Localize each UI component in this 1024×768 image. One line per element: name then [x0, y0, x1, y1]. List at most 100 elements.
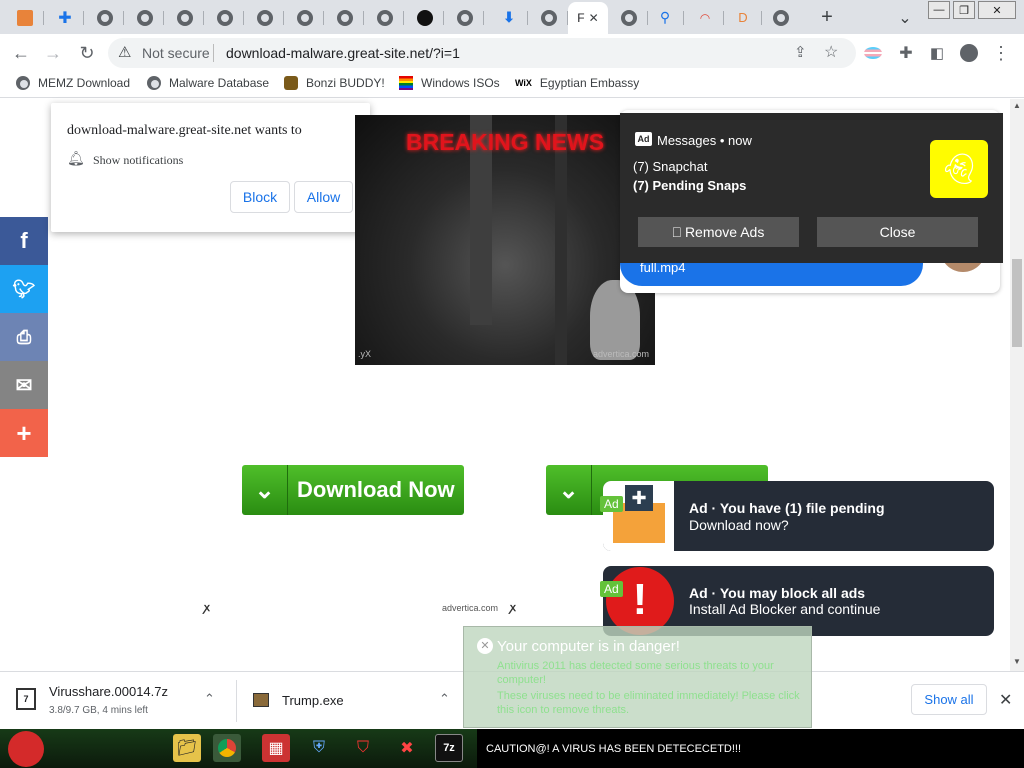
email-share-button[interactable]: ✉ — [0, 361, 48, 409]
tab-8[interactable] — [286, 5, 324, 30]
tab-11[interactable] — [406, 5, 444, 30]
share-icon[interactable]: ⇪ — [794, 43, 807, 61]
avatar-icon — [960, 44, 978, 62]
caution-text: CAUTION@! A VIRUS HAS BEEN DETECECETD!!! — [486, 743, 742, 755]
more-share-button[interactable]: + — [0, 409, 48, 457]
tab-19[interactable]: D — [724, 5, 762, 30]
chrome-logo — [218, 739, 236, 757]
messages-line2: (7) Pending Snaps — [633, 178, 747, 193]
tab-1[interactable] — [6, 5, 44, 30]
fake-antivirus-popup[interactable]: ✕ Your computer is in danger! Antivirus … — [463, 626, 812, 728]
shield-icon[interactable]: ⛨ — [305, 734, 333, 762]
globe-icon — [257, 9, 273, 26]
globe-icon — [147, 76, 161, 90]
ad-file-pending[interactable]: ✚ Ad Ad · You have (1) file pending Down… — [600, 481, 994, 551]
warning-icon: ⚠ — [118, 44, 132, 61]
av-line2: These viruses need to be eliminated imme… — [497, 690, 800, 716]
logo-mark: ꭗ — [204, 602, 210, 614]
tab-9[interactable] — [326, 5, 364, 30]
profile-flag-button[interactable] — [862, 42, 884, 64]
menu-button[interactable]: ⋮ — [990, 42, 1012, 64]
explorer-icon[interactable]: 📁︎ — [173, 734, 201, 762]
tab-active[interactable]: F ✕ — [568, 2, 608, 34]
forward-button[interactable]: → — [42, 42, 64, 64]
bookmark-bonzi[interactable]: Bonzi BUDDY! — [284, 76, 385, 90]
page-scrollbar[interactable]: ▲ ▼ — [1010, 99, 1024, 671]
download-item-trump[interactable]: Trump.exe ⌃ — [237, 672, 467, 729]
new-tab-button[interactable]: + — [808, 5, 846, 30]
url-text[interactable]: download-malware.great-site.net/?i=1 — [226, 45, 460, 61]
profile-button[interactable] — [958, 42, 980, 64]
close-button[interactable]: Close — [817, 217, 978, 247]
print-share-button[interactable]: ⎙ — [0, 313, 48, 361]
scroll-down-icon[interactable]: ▼ — [1013, 657, 1021, 666]
close-icon[interactable]: ✕ — [999, 690, 1012, 710]
mail-icon: ✉ — [15, 374, 33, 397]
not-secure-label[interactable]: Not secure — [142, 45, 210, 61]
download-now-button[interactable]: ⌄ Download Now — [242, 465, 464, 515]
trans-flag-icon — [864, 47, 882, 59]
back-button[interactable]: ← — [10, 42, 32, 64]
ad-subtitle: Install Ad Blocker and continue — [689, 601, 881, 617]
tab-16[interactable] — [610, 5, 648, 30]
scroll-thumb[interactable] — [1012, 259, 1022, 347]
download-status: 3.8/9.7 GB, 4 mins left — [49, 705, 148, 716]
scroll-up-icon[interactable]: ▲ — [1013, 101, 1021, 110]
tab-14[interactable] — [530, 5, 568, 30]
ad-tag: Ad — [600, 581, 623, 597]
tab-2[interactable]: ✚ — [46, 5, 84, 30]
tab-6[interactable] — [206, 5, 244, 30]
tab-4[interactable] — [126, 5, 164, 30]
tab-17[interactable]: ⚲ — [646, 5, 684, 30]
messages-line1: (7) Snapchat — [633, 159, 708, 174]
tab-search-button[interactable]: ⌄ — [886, 5, 924, 30]
reload-button[interactable]: ↻ — [76, 42, 98, 64]
chevron-up-icon[interactable]: ⌃ — [204, 691, 215, 707]
tab-20[interactable] — [762, 5, 800, 30]
twitter-icon: 🐦︎ — [12, 278, 36, 299]
bookmark-star-icon[interactable]: ☆ — [824, 42, 838, 62]
chevron-up-icon[interactable]: ⌃ — [439, 691, 450, 707]
chrome-icon[interactable] — [213, 734, 241, 762]
watermark: advertica.com — [593, 349, 650, 359]
bookmark-memz[interactable]: MEMZ Download — [16, 76, 130, 90]
allow-button[interactable]: Allow — [294, 181, 353, 213]
bookmarks-bar: MEMZ Download Malware Database Bonzi BUD… — [0, 72, 1024, 98]
paint-icon[interactable]: ▦ — [262, 734, 290, 762]
side-panel-button[interactable]: ◧ — [926, 42, 948, 64]
close-tab-icon[interactable]: ✕ — [589, 11, 599, 25]
breaking-news-headline: BREAKING NEWS — [405, 129, 605, 155]
tab-13[interactable]: ⬇ — [490, 5, 528, 30]
tab-10[interactable] — [366, 5, 404, 30]
extensions-button[interactable]: ✚ — [895, 42, 917, 64]
twitter-share-button[interactable]: 🐦︎ — [0, 265, 48, 313]
globe-icon — [377, 9, 393, 26]
block-button[interactable]: Block — [230, 181, 290, 213]
breaking-news-ad[interactable]: BREAKING NEWS advertica.com .yX — [355, 115, 655, 365]
sevenzip-icon[interactable]: 7z — [435, 734, 463, 762]
exe-icon — [253, 693, 269, 707]
tab-3[interactable] — [86, 5, 124, 30]
double-chevron-icon: ⌄ — [242, 465, 288, 515]
close-window-button[interactable]: ✕ — [978, 1, 1016, 19]
back-arrow-icon: ← — [12, 42, 30, 63]
angry-bird-start-icon[interactable] — [8, 731, 44, 767]
tab-5[interactable] — [166, 5, 204, 30]
address-bar[interactable]: ⚠ Not secure download-malware.great-site… — [108, 38, 856, 68]
remove-ads-button[interactable]: ⎕ Remove Ads — [638, 217, 799, 247]
error-icon[interactable]: ✖ — [393, 734, 421, 762]
messages-header: Messages • now — [657, 133, 752, 148]
tab-18[interactable]: ◠ — [686, 5, 724, 30]
minimize-button[interactable]: — — [928, 1, 950, 19]
facebook-share-button[interactable]: f — [0, 217, 48, 265]
bookmark-malware-database[interactable]: Malware Database — [147, 76, 269, 90]
bookmark-egyptian-embassy[interactable]: WiX Egyptian Embassy — [515, 76, 639, 90]
show-all-button[interactable]: Show all — [911, 684, 987, 715]
bookmark-windows-isos[interactable]: Windows ISOs — [399, 76, 500, 90]
maximize-button[interactable]: ❐ — [953, 1, 975, 19]
globe-icon — [457, 9, 473, 26]
tab-7[interactable] — [246, 5, 284, 30]
tab-12[interactable] — [446, 5, 484, 30]
security-icon[interactable]: ⛉ — [349, 734, 377, 762]
download-item-virusshare[interactable]: 7 Virusshare.00014.7z 3.8/9.7 GB, 4 mins… — [0, 672, 236, 729]
